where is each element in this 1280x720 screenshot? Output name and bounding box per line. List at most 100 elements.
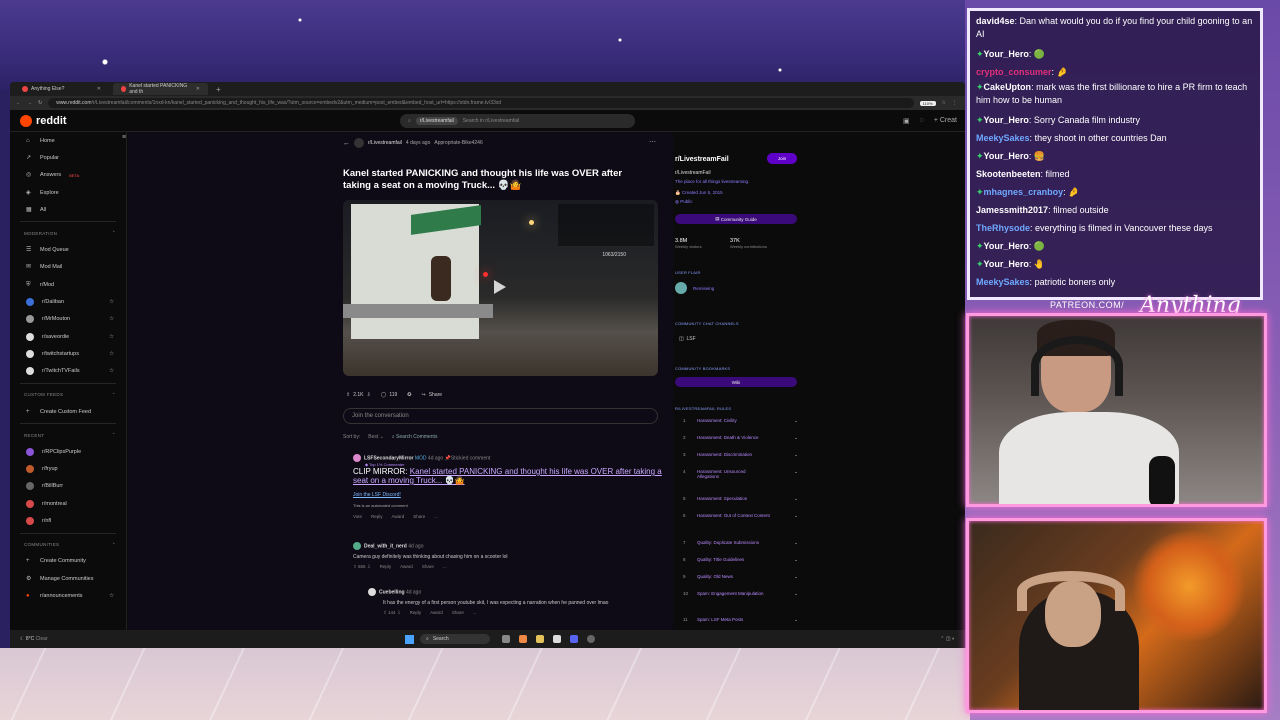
zoom-level[interactable]: 110% <box>919 100 936 106</box>
browser-icon[interactable] <box>519 635 527 643</box>
video-player[interactable]: 1063/2150 <box>343 200 658 376</box>
award-button[interactable]: ✪ <box>407 390 411 400</box>
favorite-star-icon[interactable]: ☆ <box>109 593 114 599</box>
system-tray[interactable]: ⌃ ◫ ◐ <box>940 636 965 642</box>
custom-feeds-heading[interactable]: CUSTOM FEEDS ⌃ <box>10 387 126 403</box>
more-options-icon[interactable]: ... <box>434 514 438 519</box>
vote-control[interactable]: ⇧ 2.1K ⇩ <box>346 390 371 400</box>
rule-item[interactable]: 3 Harassment: Discrimination ⌄ <box>683 452 798 458</box>
reddit-search[interactable]: ⌕ r/Livestreamfail Search in r/Livestreamf… <box>400 113 635 128</box>
award-button[interactable]: Award <box>392 514 405 519</box>
share-button[interactable]: Share <box>413 514 425 519</box>
extensions-icon[interactable]: ⋮ <box>952 100 965 106</box>
rule-item[interactable]: 8 Quality: Title Guidelines ⌄ <box>683 557 798 563</box>
back-arrow-icon[interactable]: ← <box>343 140 350 147</box>
sidebar-item-recent[interactable]: r/montreal <box>10 495 126 512</box>
sidebar-item-recent[interactable]: r/nfl <box>10 512 126 529</box>
sidebar-item-all[interactable]: ▦ All <box>10 201 126 218</box>
comment-author[interactable]: Deal_with_it_nerd <box>364 543 407 549</box>
obs-icon[interactable] <box>587 635 595 643</box>
new-tab-icon[interactable]: + <box>212 85 225 94</box>
create-button[interactable]: + Creat <box>934 117 957 125</box>
rule-item[interactable]: 5 Harassment: Speculation ⌄ <box>683 496 798 502</box>
moderation-heading[interactable]: MODERATION ⌃ <box>10 225 126 241</box>
bookmark-star-icon[interactable]: ☆ <box>942 100 946 106</box>
communities-heading[interactable]: COMMUNITIES ⌃ <box>10 537 126 553</box>
vote-control[interactable]: ⇧ 144 ⇩ <box>383 610 401 616</box>
sidebar-item-answers[interactable]: ◎ Answers BETA <box>10 167 126 184</box>
downvote-icon[interactable]: ⇩ <box>367 392 371 398</box>
user-flair[interactable]: Remiseing <box>675 282 714 294</box>
create-community[interactable]: + Create Community <box>10 553 126 570</box>
comment-author[interactable]: Cuebelling <box>379 589 405 595</box>
sidebar-item-mod-queue[interactable]: ☰ Mod Queue <box>10 241 126 258</box>
reload-icon[interactable]: ↻ <box>38 100 42 106</box>
sidebar-item-mod-mail[interactable]: ✉ Mod Mail <box>10 259 126 276</box>
favorite-star-icon[interactable]: ☆ <box>109 334 114 340</box>
rule-item[interactable]: 9 Quality: Old News ⌄ <box>683 574 798 580</box>
comment-input[interactable]: Join the conversation <box>343 408 658 424</box>
sidebar-item-recent[interactable]: r/BillBurr <box>10 478 126 495</box>
sidebar-item-recent[interactable]: r/fryup <box>10 460 126 477</box>
rule-item[interactable]: 11 Spam: LSF Meta Posts ⌄ <box>683 617 798 623</box>
sidebar-item-community[interactable]: r/saveordie ☆ <box>10 328 126 345</box>
chat-channel[interactable]: ◫ LSF <box>679 336 696 342</box>
sidebar-item-community[interactable]: r/Daliban ☆ <box>10 293 126 310</box>
sidebar-item-explore[interactable]: ◈ Explore <box>10 184 126 201</box>
search-comments[interactable]: ⌕ Search Comments <box>392 434 438 440</box>
rule-item[interactable]: 2 Harassment: Death & Violence ⌄ <box>683 435 798 441</box>
play-icon[interactable] <box>494 280 506 294</box>
share-button[interactable]: Share <box>422 564 434 570</box>
forward-icon[interactable]: → <box>27 100 32 106</box>
ads-icon[interactable]: ▣ <box>903 117 910 125</box>
comment-author[interactable]: LSFSecondaryMirror <box>364 455 413 461</box>
rule-item[interactable]: 1 Harassment: Civility ⌄ <box>683 418 798 424</box>
award-button[interactable]: Award <box>400 564 413 570</box>
sidebar-item-home[interactable]: ⌂ Home <box>10 132 126 149</box>
sidebar-item-popular[interactable]: ↗ Popular <box>10 149 126 166</box>
comments-button[interactable]: ◯ 119 <box>381 390 398 400</box>
app-icon[interactable] <box>553 635 561 643</box>
chat-username[interactable]: MeekySakes <box>976 277 1030 287</box>
post-author[interactable]: Appropriate-Bike4246 <box>434 140 482 146</box>
chat-username[interactable]: Your_Hero <box>984 115 1029 125</box>
chat-username[interactable]: CakeUpton <box>984 82 1032 92</box>
sidebar-item-community[interactable]: r/twitchstartups ☆ <box>10 345 126 362</box>
share-button[interactable]: Share <box>452 610 464 616</box>
rule-item[interactable]: 4 Harassment: Unsourced Allegations ⌄ <box>683 469 798 479</box>
chat-username[interactable]: Your_Hero <box>984 259 1029 269</box>
favorite-star-icon[interactable]: ☆ <box>109 368 114 374</box>
chat-username[interactable]: Skootenbeeten <box>976 169 1041 179</box>
chat-username[interactable]: Your_Hero <box>984 241 1029 251</box>
award-button[interactable]: Award <box>430 610 443 616</box>
reply-button[interactable]: Reply <box>371 514 383 519</box>
subreddit-link[interactable]: r/Livestreamfail <box>368 140 402 146</box>
share-button[interactable]: ↪ Share <box>422 390 443 400</box>
favorite-star-icon[interactable]: ☆ <box>109 299 114 305</box>
sort-dropdown[interactable]: Best ⌄ <box>368 434 384 440</box>
chat-username[interactable]: Your_Hero <box>984 49 1029 59</box>
favorite-star-icon[interactable]: ☆ <box>109 351 114 357</box>
favorite-star-icon[interactable]: ☆ <box>109 316 114 322</box>
folder-icon[interactable] <box>536 635 544 643</box>
chat-username[interactable]: crypto_consumer <box>976 67 1052 77</box>
windows-start-icon[interactable] <box>405 634 414 644</box>
chat-username[interactable]: MeekySakes <box>976 133 1030 143</box>
more-options-icon[interactable]: ... <box>443 564 447 570</box>
tab-reddit-post[interactable]: Kanel started PANICKING and th ✕ <box>113 83 208 95</box>
reddit-logo[interactable]: reddit <box>20 114 400 127</box>
create-custom-feed[interactable]: + Create Custom Feed <box>10 403 126 420</box>
sidebar-item-community[interactable]: r/TwitchTVFails ☆ <box>10 363 126 380</box>
sidebar-item-r-mod[interactable]: ⛨ r/Mod <box>10 276 126 293</box>
discord-link[interactable]: Join the LSF Discord! <box>353 492 401 498</box>
weather-widget[interactable]: ☾ 8°C Clear <box>10 636 405 642</box>
task-view-icon[interactable] <box>502 635 510 643</box>
more-options-icon[interactable]: ... <box>473 610 477 616</box>
join-button[interactable]: Join <box>767 153 797 164</box>
close-icon[interactable]: ✕ <box>196 86 200 92</box>
search-scope-chip[interactable]: r/Livestreamfail <box>415 116 458 125</box>
discord-icon[interactable] <box>570 635 578 643</box>
collapse-sidebar-icon[interactable]: ≡ <box>122 134 126 141</box>
post-options-icon[interactable]: ⋯ <box>649 138 656 146</box>
back-icon[interactable]: ← <box>16 100 21 106</box>
